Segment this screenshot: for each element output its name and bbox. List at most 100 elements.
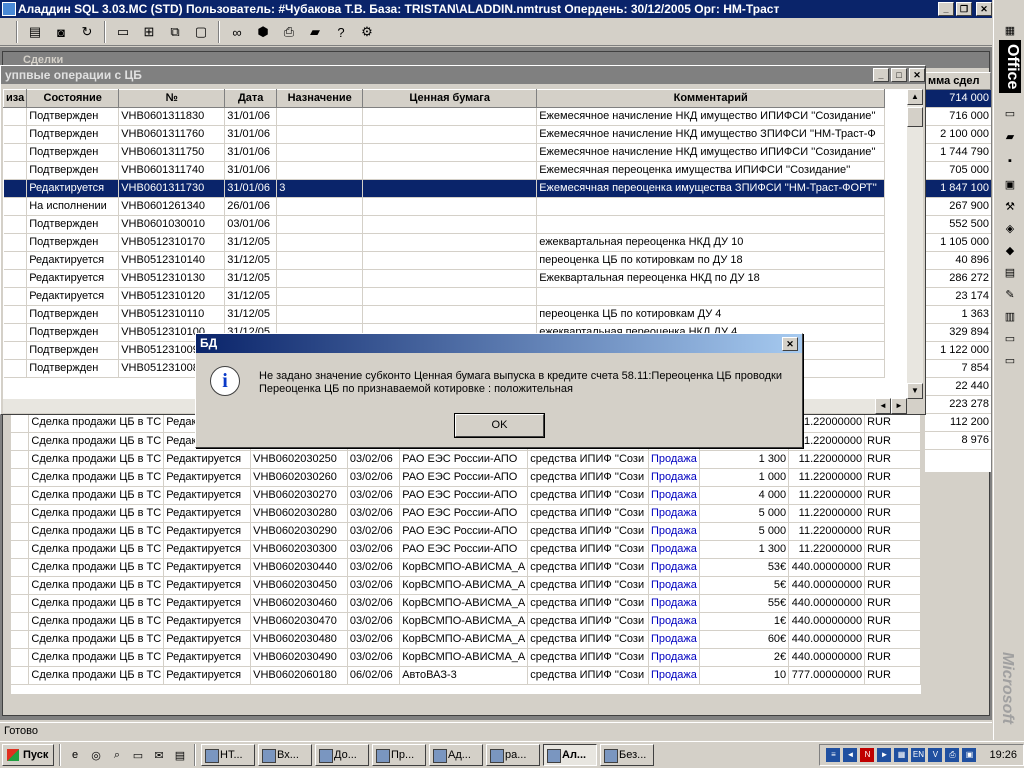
print-icon[interactable]: ⎙ xyxy=(278,21,300,43)
console-icon[interactable]: ▪ xyxy=(1001,152,1019,170)
new-document-icon[interactable]: ▭ xyxy=(1001,105,1019,123)
window-icon[interactable]: ▭ xyxy=(112,21,134,43)
table-row[interactable]: Сделка продажи ЦБ в ТСРедактируетсяVHB06… xyxy=(11,486,921,505)
column-header[interactable]: Комментарий xyxy=(536,89,886,108)
tool-icon[interactable]: ⚒ xyxy=(1001,198,1019,216)
table-row[interactable]: Сделка продажи ЦБ в ТСРедактируетсяVHB06… xyxy=(11,540,921,559)
panel-icon[interactable]: ▢ xyxy=(190,21,212,43)
dialog-close-button[interactable]: ✕ xyxy=(782,337,798,351)
binoculars-icon[interactable]: ∞ xyxy=(226,21,248,43)
settings-icon[interactable]: ⚙ xyxy=(356,21,378,43)
table-row[interactable]: Подтвержден VHB0512310170 31/12/05 ежекварт… xyxy=(3,233,886,252)
table-row[interactable]: Сделка продажи ЦБ в ТСРедактируетсяVHB06… xyxy=(11,522,921,541)
table-icon[interactable]: ▤ xyxy=(1001,264,1019,282)
taskbar-button[interactable]: Ад... xyxy=(429,744,483,766)
display-icon[interactable]: ▣ xyxy=(962,748,977,762)
table-row[interactable]: Сделка продажи ЦБ в ТСРедактируетсяVHB06… xyxy=(11,468,921,487)
taskbar-button[interactable]: ра... xyxy=(486,744,540,766)
open-folder-icon[interactable]: ▰ xyxy=(1001,128,1019,146)
minimize-button[interactable]: _ xyxy=(873,68,889,82)
column-header[interactable]: Назначение xyxy=(276,89,364,108)
column-header[interactable]: Состояние xyxy=(26,89,120,108)
table-row[interactable]: Подтвержден VHB0512310110 31/12/05 переоцен… xyxy=(3,305,886,324)
scroll-down-button[interactable]: ▼ xyxy=(907,383,923,399)
minimize-button[interactable]: _ xyxy=(938,2,954,16)
table-row[interactable]: Редактируется VHB0512310140 31/12/05 переоц… xyxy=(3,251,886,270)
antivirus-icon[interactable]: N xyxy=(860,748,875,762)
table-row[interactable]: Сделка продажи ЦБ в ТСРедактируетсяVHB06… xyxy=(11,558,921,577)
app-launch-icon[interactable]: ◎ xyxy=(87,746,105,764)
office-logo-icon[interactable]: ▦ xyxy=(1001,22,1019,40)
tile-icon[interactable]: ⊞ xyxy=(138,21,160,43)
cell-date: 31/01/06 xyxy=(224,143,278,162)
volume-icon[interactable]: ◄ xyxy=(843,748,858,762)
outlook-icon[interactable]: ✉ xyxy=(150,746,168,764)
table-row[interactable]: Сделка продажи ЦБ в ТСРедактируетсяVHB06… xyxy=(11,630,921,649)
database-icon[interactable]: ◙ xyxy=(50,21,72,43)
sum-column-header[interactable]: мма сдел xyxy=(925,72,991,90)
table-row[interactable]: Подтвержден VHB0601030010 03/01/06 xyxy=(3,215,886,234)
book-icon[interactable]: ▥ xyxy=(1001,308,1019,326)
table-row[interactable]: На исполнении VHB0601261340 26/01/06 xyxy=(3,197,886,216)
chart-icon[interactable]: ◈ xyxy=(1001,220,1019,238)
notes-icon[interactable]: ▤ xyxy=(171,746,189,764)
media-icon[interactable]: ► xyxy=(877,748,892,762)
folder-icon[interactable]: ▰ xyxy=(304,21,326,43)
taskbar-button[interactable]: Без... xyxy=(600,744,654,766)
column-header[interactable]: Дата xyxy=(224,89,278,108)
table-row[interactable]: Сделка продажи ЦБ в ТСРедактируетсяVHB06… xyxy=(11,504,921,523)
close-button[interactable]: ✕ xyxy=(909,68,925,82)
scroll-up-button[interactable]: ▲ xyxy=(907,89,923,105)
language-indicator[interactable]: EN xyxy=(911,748,926,762)
shield-icon[interactable]: V xyxy=(928,748,943,762)
taskbar-button[interactable]: Вх... xyxy=(258,744,312,766)
column-header[interactable]: № xyxy=(118,89,226,108)
folder-icon[interactable]: ▭ xyxy=(1001,330,1019,348)
table-row[interactable]: Сделка продажи ЦБ в ТСРедактируетсяVHB06… xyxy=(11,612,921,631)
column-header[interactable]: Ценная бумага xyxy=(362,89,538,108)
table-row[interactable]: Редактируется VHB0512310120 31/12/05 xyxy=(3,287,886,306)
table-row[interactable]: Сделка продажи ЦБ в ТСРедактируетсяVHB06… xyxy=(11,594,921,613)
taskbar-button[interactable]: Пр... xyxy=(372,744,426,766)
table-row[interactable]: Сделка продажи ЦБ в ТСРедактируетсяVHB06… xyxy=(11,576,921,595)
table-row[interactable]: Подтвержден VHB0601311750 31/01/06 Ежемесяч… xyxy=(3,143,886,162)
table-row[interactable]: Сделка продажи ЦБ в ТСРедактируетсяVHB06… xyxy=(11,666,921,685)
table-row[interactable]: Сделка продажи ЦБ в ТСРедактируетсяVHB06… xyxy=(11,648,921,667)
ok-button[interactable]: OK xyxy=(454,413,545,438)
document-icon[interactable]: ▤ xyxy=(24,21,46,43)
scroll-right-button[interactable]: ► xyxy=(891,398,907,414)
printer-icon[interactable]: ⎙ xyxy=(945,748,960,762)
ie-icon[interactable]: e xyxy=(66,746,84,764)
start-button[interactable]: Пуск xyxy=(2,744,54,766)
table-row[interactable]: Подтвержден VHB0601311830 31/01/06 Ежемесяч… xyxy=(3,107,886,126)
network-icon[interactable]: ◆ xyxy=(1001,242,1019,260)
refresh-icon[interactable]: ↻ xyxy=(76,21,98,43)
vertical-scrollbar[interactable]: ▲ ▼ xyxy=(907,89,923,399)
edit-icon[interactable]: ✎ xyxy=(1001,286,1019,304)
maximize-button[interactable]: □ xyxy=(891,68,907,82)
table-row[interactable]: Редактируется VHB0512310130 31/12/05 Ежеква… xyxy=(3,269,886,288)
scroll-left-button[interactable]: ◄ xyxy=(875,398,891,414)
picture-icon[interactable]: ▣ xyxy=(1001,176,1019,194)
network-tray-icon[interactable]: ≡ xyxy=(826,748,841,762)
stop-icon[interactable]: ⬢ xyxy=(252,21,274,43)
keyboard-icon[interactable]: ▦ xyxy=(894,748,909,762)
cell-op: Продажа xyxy=(648,666,700,685)
taskbar-button[interactable]: До... xyxy=(315,744,369,766)
restore-button[interactable]: ❐ xyxy=(956,2,972,16)
table-row[interactable]: Подтвержден VHB0601311740 31/01/06 Ежемесяч… xyxy=(3,161,886,180)
column-header[interactable]: иза xyxy=(3,89,28,108)
scroll-thumb[interactable] xyxy=(907,107,923,127)
taskbar-button[interactable]: Ал... xyxy=(543,744,597,766)
table-row[interactable]: Сделка продажи ЦБ в ТСРедактируетсяVHB06… xyxy=(11,450,921,469)
terminal-icon[interactable]: ▭ xyxy=(129,746,147,764)
cascade-icon[interactable]: ⧉ xyxy=(164,21,186,43)
table-row[interactable]: Редактируется VHB0601311730 31/01/06 3 Ежеме… xyxy=(3,179,886,198)
table-row[interactable]: Подтвержден VHB0601311760 31/01/06 Ежемесяч… xyxy=(3,125,886,144)
folder-icon[interactable]: ▭ xyxy=(1001,352,1019,370)
help-icon[interactable]: ? xyxy=(330,21,352,43)
search-icon[interactable]: ⌕ xyxy=(108,746,126,764)
taskbar-button[interactable]: НТ... xyxy=(201,744,255,766)
close-button[interactable]: ✕ xyxy=(976,2,992,16)
clock[interactable]: 19:26 xyxy=(989,749,1017,761)
